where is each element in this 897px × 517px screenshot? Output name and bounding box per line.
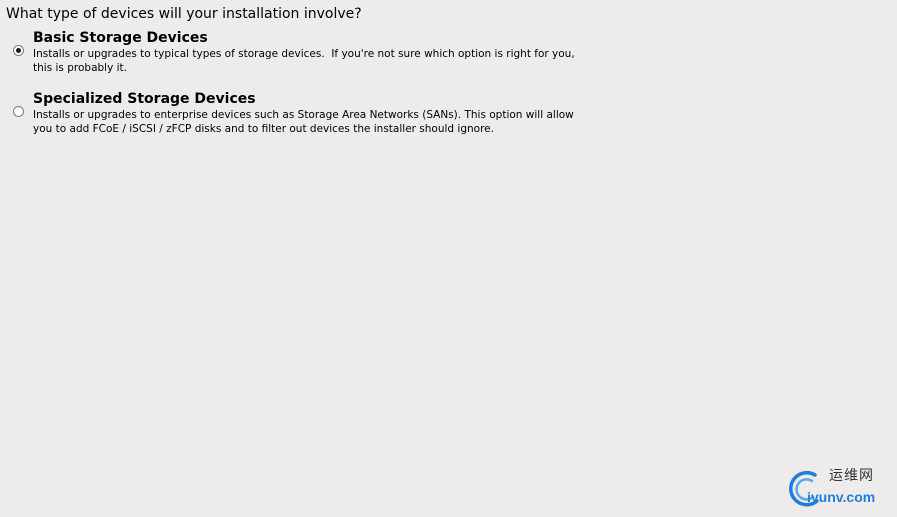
radio-basic-storage[interactable]: [13, 45, 24, 56]
option-specialized-storage-text: Specialized Storage Devices Installs or …: [33, 91, 633, 136]
option-description: Installs or upgrades to typical types of…: [33, 47, 633, 75]
option-description-line: Installs or upgrades to enterprise devic…: [33, 109, 574, 121]
option-description-line: you to add FCoE / iSCSI / zFCP disks and…: [33, 123, 494, 135]
watermark-cn-text: 运维网: [829, 468, 874, 484]
watermark: 运维网 iyunv.com: [787, 467, 893, 511]
option-description-line: this is probably it.: [33, 62, 128, 74]
option-description-line: Installs or upgrades to typical types of…: [33, 48, 575, 60]
watermark-url-text: iyunv.com: [807, 489, 876, 505]
option-title: Basic Storage Devices: [33, 30, 208, 46]
option-description: Installs or upgrades to enterprise devic…: [33, 108, 633, 136]
option-basic-storage-text: Basic Storage Devices Installs or upgrad…: [33, 30, 633, 75]
option-title: Specialized Storage Devices: [33, 91, 256, 107]
radio-specialized-storage[interactable]: [13, 106, 24, 117]
question-label: What type of devices will your installat…: [6, 6, 362, 22]
